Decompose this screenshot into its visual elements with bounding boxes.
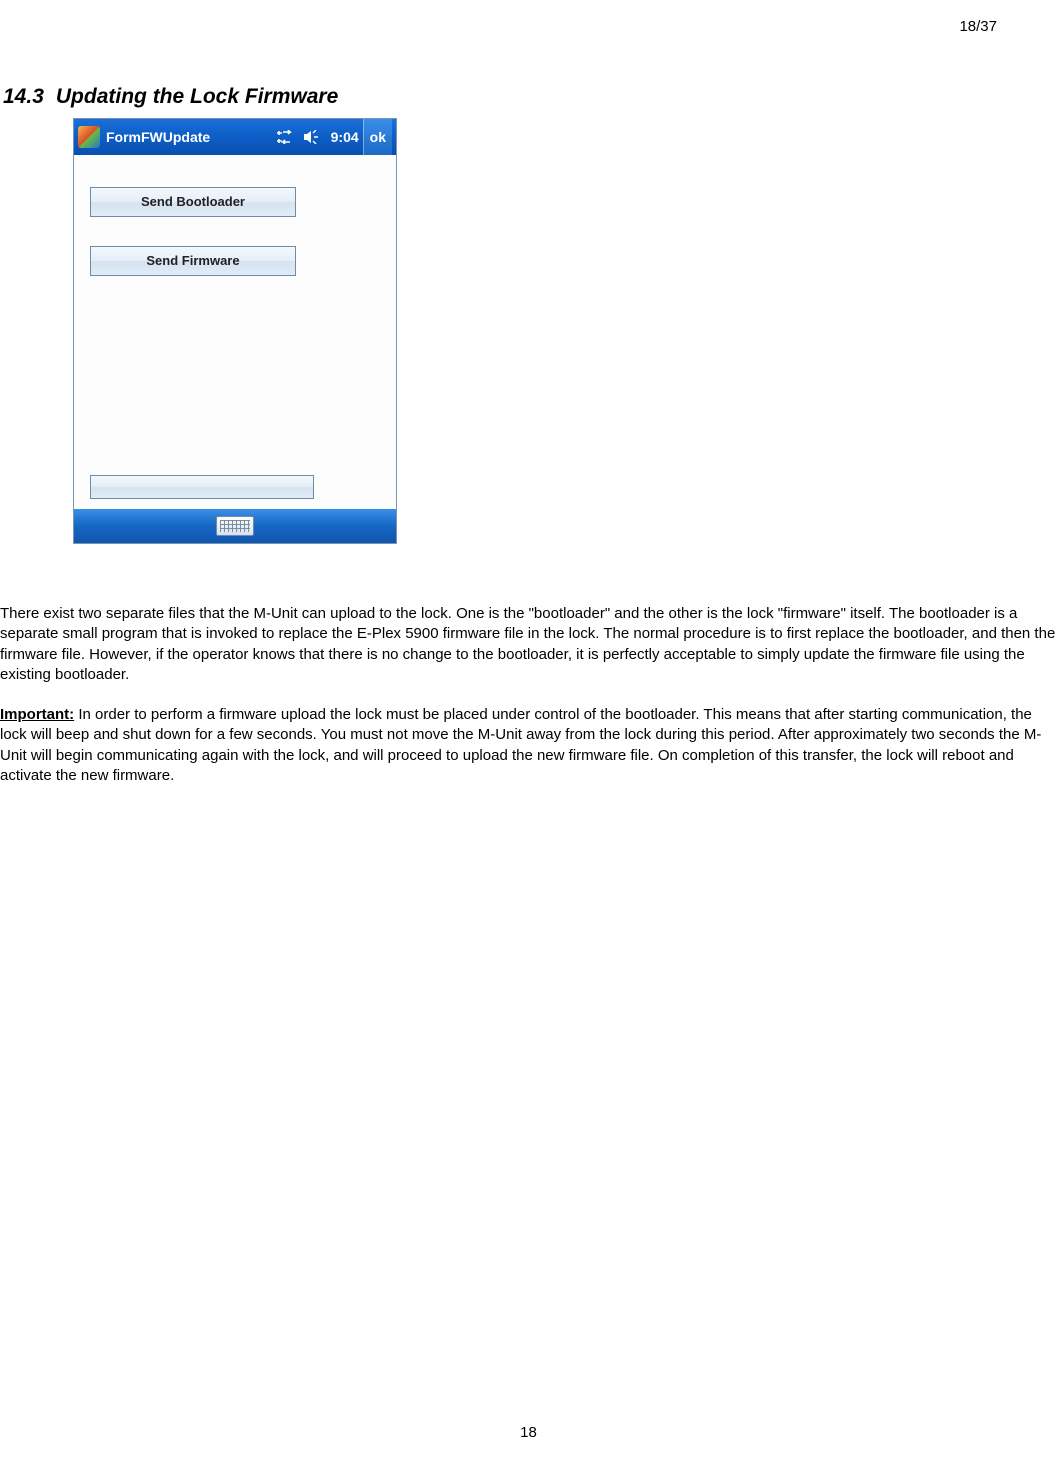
send-bootloader-button[interactable]: Send Bootloader bbox=[90, 187, 296, 217]
section-heading: 14.3 Updating the Lock Firmware bbox=[3, 85, 338, 109]
windows-start-icon[interactable] bbox=[78, 126, 100, 148]
body-text: There exist two separate files that the … bbox=[0, 604, 1057, 806]
paragraph-2: Important: In order to perform a firmwar… bbox=[0, 705, 1057, 786]
progress-bar bbox=[90, 475, 314, 499]
window-bottombar bbox=[74, 509, 396, 543]
embedded-screenshot: FormFWUpdate 9:04 ok Send Bootloader Sen… bbox=[73, 118, 397, 544]
section-title: Updating the Lock Firmware bbox=[56, 85, 338, 108]
paragraph-2-text: In order to perform a firmware upload th… bbox=[0, 706, 1041, 784]
connectivity-icon[interactable] bbox=[275, 128, 295, 146]
ok-button[interactable]: ok bbox=[363, 119, 392, 155]
send-firmware-button[interactable]: Send Firmware bbox=[90, 246, 296, 276]
clock: 9:04 bbox=[331, 129, 359, 145]
system-tray: 9:04 bbox=[275, 128, 363, 146]
window-titlebar: FormFWUpdate 9:04 ok bbox=[74, 119, 396, 155]
important-label: Important: bbox=[0, 706, 74, 723]
window-content: Send Bootloader Send Firmware bbox=[74, 155, 396, 509]
section-number: 14.3 bbox=[3, 85, 44, 109]
window-title: FormFWUpdate bbox=[106, 129, 275, 145]
page-counter: 18/37 bbox=[959, 18, 997, 35]
keyboard-icon[interactable] bbox=[216, 516, 254, 536]
paragraph-1: There exist two separate files that the … bbox=[0, 604, 1057, 685]
volume-icon[interactable] bbox=[301, 128, 321, 146]
page-number: 18 bbox=[520, 1424, 537, 1441]
